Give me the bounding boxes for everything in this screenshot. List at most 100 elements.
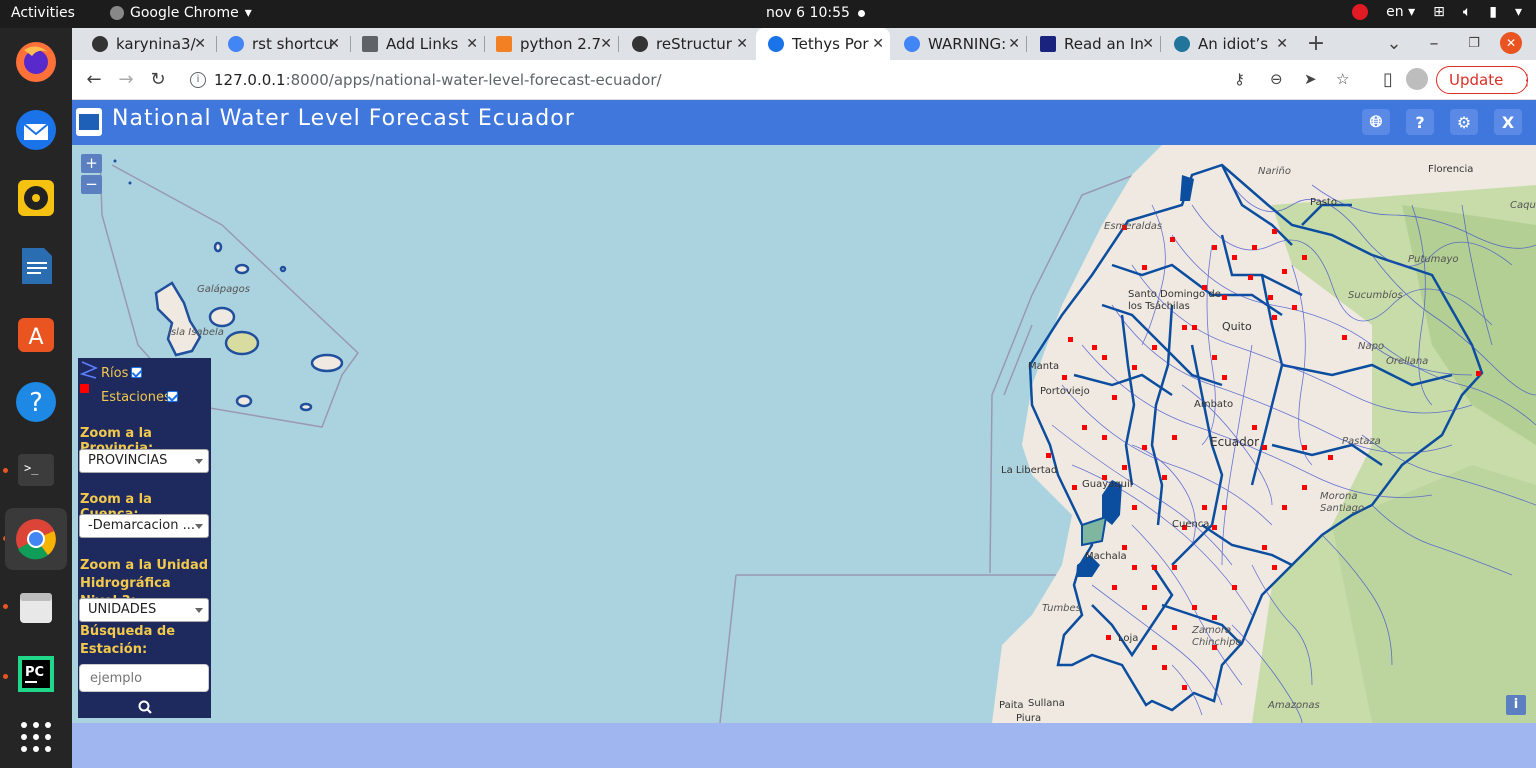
system-tray[interactable]: en ▾ ⊞ 🔈︎ ▮ ▾ bbox=[1352, 4, 1522, 20]
running-indicator bbox=[3, 674, 8, 679]
info-icon[interactable]: i bbox=[190, 72, 206, 88]
running-indicator bbox=[3, 604, 8, 609]
tab-title: An idiot’s bbox=[1198, 35, 1269, 53]
tab[interactable]: reStructur ✕ bbox=[620, 28, 754, 60]
running-indicator bbox=[3, 468, 8, 473]
tab-close-icon[interactable]: ✕ bbox=[194, 36, 206, 52]
files-icon[interactable] bbox=[12, 583, 60, 631]
libreoffice-writer-icon[interactable] bbox=[12, 242, 60, 290]
volume-icon[interactable]: 🔈︎ bbox=[1463, 4, 1471, 20]
tab-close-icon[interactable]: ✕ bbox=[1276, 36, 1288, 52]
rivers-checkbox[interactable] bbox=[131, 367, 142, 378]
side-panel-icon[interactable]: ▯ bbox=[1376, 68, 1400, 92]
language-indicator[interactable]: en ▾ bbox=[1386, 4, 1415, 20]
unit-select[interactable]: UNIDADES bbox=[79, 598, 209, 622]
update-button[interactable]: Update ⋮ bbox=[1436, 66, 1534, 94]
tab-close-icon[interactable]: ✕ bbox=[328, 36, 340, 52]
terminal-icon[interactable]: >_ bbox=[12, 446, 60, 494]
tab-close-icon[interactable]: ✕ bbox=[1008, 36, 1020, 52]
map-label: Loja bbox=[1118, 633, 1139, 644]
power-menu-icon[interactable]: ▾ bbox=[1515, 4, 1522, 20]
do-not-disturb-icon[interactable] bbox=[1352, 4, 1369, 20]
firefox-icon[interactable] bbox=[12, 38, 60, 86]
attribution-info-button[interactable]: i bbox=[1506, 695, 1526, 715]
activities-button[interactable]: Activities bbox=[11, 5, 75, 21]
reload-icon[interactable]: ↻ bbox=[146, 68, 170, 92]
map-label: Galápagos bbox=[197, 284, 250, 295]
clock[interactable]: nov 6 10:55 bbox=[766, 5, 865, 21]
site-favicon-icon bbox=[1040, 36, 1056, 52]
map-label: Pastaza bbox=[1342, 436, 1381, 447]
app-menu[interactable]: Google Chrome ▾ bbox=[110, 5, 252, 21]
language-label: en bbox=[1386, 4, 1404, 20]
map-label: Portoviejo bbox=[1040, 386, 1090, 397]
tab-title: rst shortcu bbox=[252, 35, 333, 53]
tab-close-icon[interactable]: ✕ bbox=[466, 36, 478, 52]
pycharm-icon[interactable]: PC bbox=[12, 650, 60, 698]
tab-close-icon[interactable]: ✕ bbox=[872, 36, 884, 52]
system-top-bar: Activities Google Chrome ▾ nov 6 10:55 e… bbox=[0, 0, 1536, 28]
tab[interactable]: python 2.7 ✕ bbox=[484, 28, 618, 60]
ubuntu-software-icon[interactable]: A bbox=[12, 310, 60, 358]
close-app-label: X bbox=[1501, 112, 1515, 132]
unit-select-value: UNIDADES bbox=[88, 602, 157, 617]
zoom-in-button[interactable]: + bbox=[81, 154, 102, 173]
tab-close-icon[interactable]: ✕ bbox=[1142, 36, 1154, 52]
zoom-out-button[interactable]: − bbox=[81, 175, 102, 194]
tab-search-icon[interactable]: ⌄ bbox=[1382, 32, 1406, 56]
forward-arrow-icon[interactable]: → bbox=[114, 68, 138, 92]
globe-icon[interactable]: 🌐︎ bbox=[1362, 109, 1390, 135]
map-label: Esmeraldas bbox=[1104, 221, 1163, 232]
network-icon[interactable]: ⊞ bbox=[1433, 4, 1445, 20]
minimize-window-icon[interactable]: – bbox=[1422, 32, 1446, 56]
bookmark-star-icon[interactable]: ☆ bbox=[1336, 70, 1349, 88]
help-icon[interactable]: ? bbox=[12, 378, 60, 426]
thunderbird-icon[interactable] bbox=[12, 106, 60, 154]
close-window-icon[interactable]: ✕ bbox=[1500, 32, 1522, 54]
stations-checkbox[interactable] bbox=[167, 391, 178, 402]
new-tab-button[interactable]: + bbox=[1304, 32, 1328, 56]
tab[interactable]: An idiot’s ✕ bbox=[1162, 28, 1294, 60]
layer-control-panel: Ríos Estaciones Zoom a la Provincia: PRO… bbox=[78, 358, 211, 718]
tab[interactable]: Read an In ✕ bbox=[1028, 28, 1160, 60]
book-favicon-icon bbox=[362, 36, 378, 52]
map-label: Isla Isabela bbox=[168, 327, 224, 338]
tab[interactable]: WARNING: ✕ bbox=[892, 28, 1026, 60]
clock-label: nov 6 10:55 bbox=[766, 5, 850, 21]
chrome-icon[interactable] bbox=[5, 508, 67, 570]
tab-close-icon[interactable]: ✕ bbox=[736, 36, 748, 52]
search-button[interactable] bbox=[78, 696, 211, 718]
tab[interactable]: karynina3/✕ bbox=[80, 28, 212, 60]
google-favicon-icon bbox=[228, 36, 244, 52]
battery-icon[interactable]: ▮ bbox=[1489, 4, 1497, 20]
tab-close-icon[interactable]: ✕ bbox=[600, 36, 612, 52]
map-label: Sucumbíos bbox=[1348, 290, 1403, 301]
station-search-input[interactable] bbox=[79, 664, 209, 692]
back-arrow-icon[interactable]: ← bbox=[82, 68, 106, 92]
tab[interactable]: rst shortcu ✕ bbox=[216, 28, 346, 60]
map-view[interactable]: + − Galápagos Isla Isabela Nariño Floren… bbox=[72, 145, 1536, 723]
show-apps-grid-icon[interactable] bbox=[12, 713, 60, 761]
stations-legend-icon bbox=[80, 384, 89, 393]
key-icon[interactable]: ⚷ bbox=[1234, 70, 1245, 88]
tab-active[interactable]: Tethys Por ✕ bbox=[756, 28, 890, 60]
close-app-button[interactable]: X bbox=[1494, 109, 1522, 135]
app-logo[interactable] bbox=[76, 108, 102, 136]
help-question-icon[interactable]: ? bbox=[1406, 109, 1434, 135]
maximize-window-icon[interactable]: ❐ bbox=[1462, 32, 1486, 56]
tab-divider bbox=[618, 36, 619, 52]
basin-select[interactable]: -Demarcacion ... bbox=[79, 514, 209, 538]
url-path: :8000/apps/national-water-level-forecast… bbox=[285, 71, 662, 89]
rhythmbox-icon[interactable] bbox=[12, 174, 60, 222]
tethys-favicon-icon bbox=[768, 36, 784, 52]
profile-avatar[interactable] bbox=[1406, 68, 1428, 90]
caret-down-icon: ▾ bbox=[244, 5, 252, 21]
settings-gear-icon[interactable]: ⚙︎ bbox=[1450, 109, 1478, 135]
address-bar[interactable]: i 127.0.0.1:8000/apps/national-water-lev… bbox=[180, 64, 1370, 96]
tab[interactable]: Add Links ✕ bbox=[350, 28, 484, 60]
zoom-icon[interactable]: ⊖ bbox=[1270, 70, 1283, 88]
province-select[interactable]: PROVINCIAS bbox=[79, 449, 209, 473]
github-favicon-icon bbox=[92, 36, 108, 52]
update-label: Update bbox=[1449, 71, 1504, 89]
send-icon[interactable]: ➤ bbox=[1304, 70, 1317, 88]
